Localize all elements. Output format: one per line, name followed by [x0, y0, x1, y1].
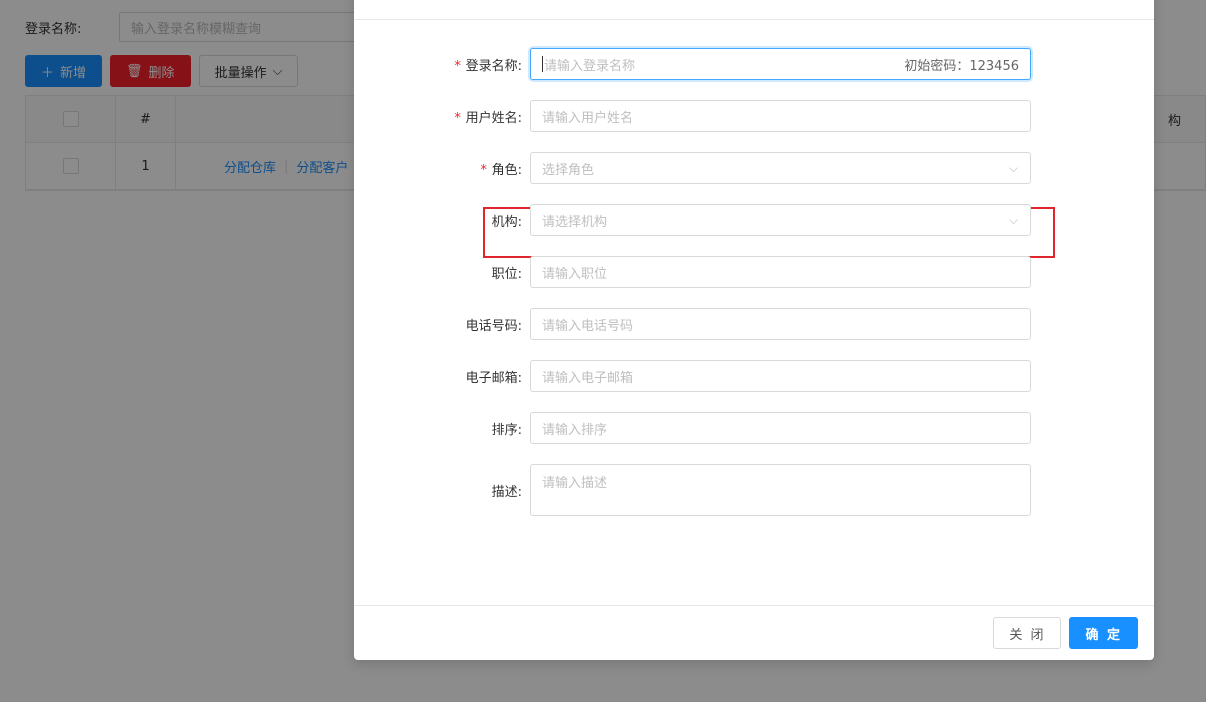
org-placeholder: 请选择机构: [542, 214, 608, 230]
user-name-label: 用户姓名:: [465, 110, 522, 126]
form-row-email: 电子邮箱: 请输入电子邮箱: [354, 360, 1154, 392]
form-row-sort: 排序: 请输入排序: [354, 412, 1154, 444]
desc-label: 描述:: [491, 484, 522, 500]
modal-header: [354, 0, 1154, 20]
login-name-placeholder: 请输入登录名称: [544, 58, 636, 74]
user-name-input[interactable]: 请输入用户姓名: [530, 100, 1031, 132]
chevron-down-icon: ⌵: [1008, 212, 1018, 227]
sort-input[interactable]: 请输入排序: [530, 412, 1031, 444]
form-row-org: 机构: 请选择机构 ⌵: [354, 204, 1154, 236]
initial-password-hint: 初始密码：123456: [904, 58, 1019, 74]
position-placeholder: 请输入职位: [542, 266, 608, 282]
form-row-desc: 描述: 请输入描述: [354, 464, 1154, 516]
phone-label: 电话号码:: [465, 318, 522, 334]
phone-input[interactable]: 请输入电话号码: [530, 308, 1031, 340]
user-name-placeholder: 请输入用户姓名: [542, 110, 634, 126]
chevron-down-icon: ⌵: [1008, 160, 1018, 175]
form-row-login-name: * 登录名称: 请输入登录名称 初始密码：123456: [354, 48, 1154, 80]
modal-footer: 关 闭 确 定: [354, 605, 1154, 660]
required-mark: *: [453, 110, 462, 126]
close-button[interactable]: 关 闭: [993, 617, 1062, 649]
phone-placeholder: 请输入电话号码: [542, 318, 634, 334]
user-form-modal: * 登录名称: 请输入登录名称 初始密码：123456 * 用户姓名: 请输入用户姓…: [354, 0, 1154, 660]
required-mark: *: [479, 162, 488, 178]
org-label: 机构:: [491, 214, 522, 230]
login-name-label: 登录名称:: [465, 58, 522, 74]
role-select[interactable]: 选择角色 ⌵: [530, 152, 1031, 184]
text-cursor: [542, 56, 543, 72]
sort-placeholder: 请输入排序: [542, 422, 608, 438]
desc-textarea[interactable]: 请输入描述: [530, 464, 1031, 516]
login-name-input[interactable]: 请输入登录名称 初始密码：123456: [530, 48, 1031, 80]
form-row-user-name: * 用户姓名: 请输入用户姓名: [354, 100, 1154, 132]
email-placeholder: 请输入电子邮箱: [542, 370, 634, 386]
role-label: 角色:: [491, 162, 522, 178]
position-label: 职位:: [491, 266, 522, 282]
org-select[interactable]: 请选择机构 ⌵: [530, 204, 1031, 236]
email-label: 电子邮箱:: [465, 370, 522, 386]
required-mark: *: [453, 58, 462, 74]
position-input[interactable]: 请输入职位: [530, 256, 1031, 288]
form-row-role: * 角色: 选择角色 ⌵: [354, 152, 1154, 184]
confirm-button[interactable]: 确 定: [1069, 617, 1138, 649]
sort-label: 排序:: [491, 422, 522, 438]
email-input[interactable]: 请输入电子邮箱: [530, 360, 1031, 392]
role-placeholder: 选择角色: [542, 162, 595, 178]
form-row-phone: 电话号码: 请输入电话号码: [354, 308, 1154, 340]
form-row-position: 职位: 请输入职位: [354, 256, 1154, 288]
desc-placeholder: 请输入描述: [542, 476, 608, 491]
modal-body: * 登录名称: 请输入登录名称 初始密码：123456 * 用户姓名: 请输入用户姓…: [354, 20, 1154, 605]
